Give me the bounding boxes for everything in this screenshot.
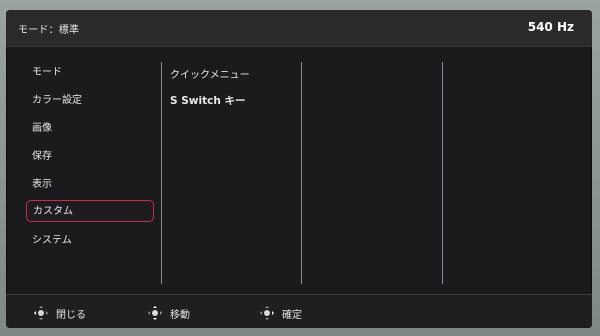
joystick-left-icon bbox=[34, 306, 48, 320]
submenu-item-quick-menu[interactable]: クイックメニュー bbox=[170, 66, 250, 81]
osd-header: モード：標準 540 Hz bbox=[6, 10, 592, 47]
submenu-item-s-switch-key[interactable]: S Switch キー bbox=[170, 93, 245, 108]
menu-item-display[interactable]: 表示 bbox=[26, 174, 154, 196]
joystick-updown-icon bbox=[148, 306, 162, 320]
menu-item-mode[interactable]: モード bbox=[26, 62, 154, 84]
menu-item-save[interactable]: 保存 bbox=[26, 146, 154, 168]
footer-confirm: 確定 bbox=[260, 305, 302, 321]
menu-item-picture[interactable]: 画像 bbox=[26, 118, 154, 140]
column-divider-3 bbox=[442, 62, 443, 284]
refresh-rate: 540 Hz bbox=[527, 20, 574, 34]
footer-move: 移動 bbox=[148, 305, 190, 321]
move-label: 移動 bbox=[170, 309, 190, 321]
mode-title: モード：標準 bbox=[18, 25, 80, 36]
menu-item-custom[interactable]: カスタム bbox=[26, 200, 154, 222]
osd-screen: モード：標準 540 Hz モード カラー設定 画像 保存 表示 カスタム シス… bbox=[6, 10, 592, 328]
joystick-right-icon bbox=[260, 306, 274, 320]
menu-item-system[interactable]: システム bbox=[26, 230, 154, 252]
footer-close: 閉じる bbox=[34, 305, 86, 321]
confirm-label: 確定 bbox=[282, 309, 302, 321]
column-divider-2 bbox=[301, 62, 302, 284]
close-label: 閉じる bbox=[56, 309, 86, 321]
column-divider-1 bbox=[161, 62, 162, 284]
osd-footer: 閉じる 移動 確定 bbox=[6, 294, 592, 328]
menu-item-color-settings[interactable]: カラー設定 bbox=[26, 90, 154, 112]
